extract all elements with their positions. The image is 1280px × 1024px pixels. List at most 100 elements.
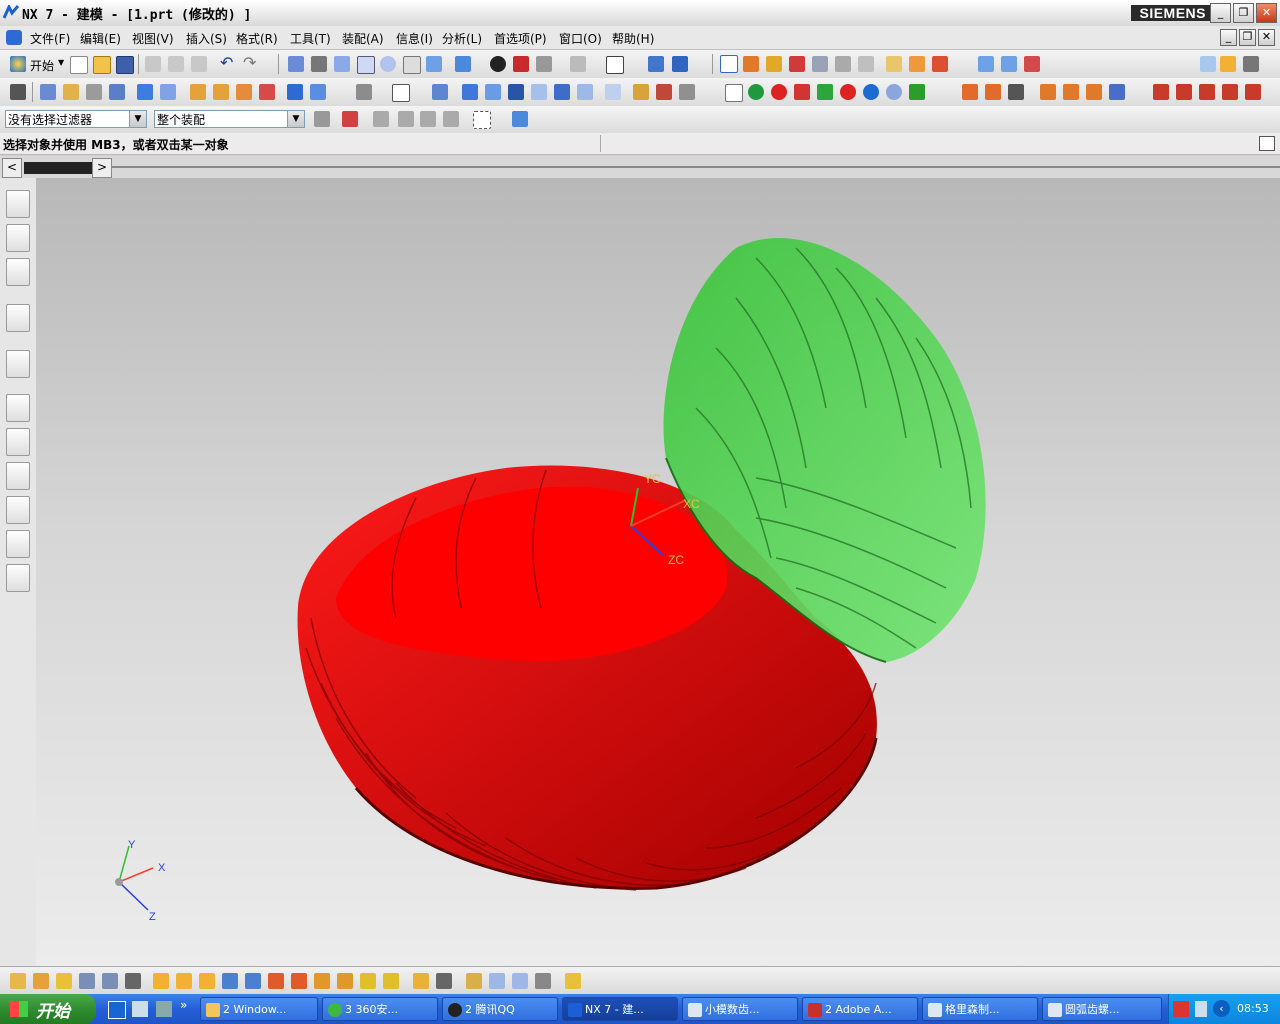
menu-information[interactable]: 信息(I) [396,30,433,47]
chamfer-icon[interactable] [213,84,229,100]
move-component-icon[interactable] [102,973,118,989]
explorer-quick-icon[interactable] [132,1001,148,1017]
line-icon[interactable] [1008,84,1024,100]
snap-midpoint-icon[interactable] [766,56,782,72]
magnify-icon[interactable] [357,56,375,74]
select-feature-icon[interactable] [420,111,436,127]
view-frame-icon[interactable] [489,973,505,989]
shell-icon[interactable] [432,84,448,100]
assembly-tool-icon[interactable] [10,973,26,989]
scroll-left-button[interactable]: < [2,158,22,178]
part-navigator-icon[interactable] [6,258,30,286]
replace-component-icon[interactable] [125,973,141,989]
start-button-taskbar[interactable]: 开始 [0,994,96,1024]
desktop-icon[interactable] [108,1001,126,1019]
component-icon[interactable] [554,84,570,100]
extract-curve-icon[interactable] [1109,84,1125,100]
select-icon[interactable] [720,55,738,73]
pattern-component-icon[interactable] [314,973,330,989]
zoom-window-icon[interactable] [311,56,327,72]
taskbar-item-360[interactable]: 3 360安... [322,997,438,1021]
mate-component-icon[interactable] [79,973,95,989]
rotate-icon[interactable] [380,56,396,72]
start-button[interactable]: 开始 [30,57,54,74]
orient-icon[interactable] [426,56,442,72]
unite-icon[interactable] [287,84,303,100]
subtract-icon[interactable] [310,84,326,100]
helix-icon[interactable] [863,84,879,100]
taskbar-item-doc1[interactable]: 小模数齿... [682,997,798,1021]
roles-icon[interactable] [6,530,30,558]
taskbar-item-nx[interactable]: NX 7 - 建... [562,997,678,1021]
paste-icon[interactable] [191,56,207,72]
chevron-down-icon[interactable]: ▼ [287,111,304,127]
menu-preferences[interactable]: 首选项(P) [494,30,547,47]
render-icon[interactable] [513,56,529,72]
deselect-icon[interactable] [373,111,389,127]
constraint-navigator-icon[interactable] [6,224,30,252]
measure-angle-icon[interactable] [909,56,925,72]
rectangle-select-icon[interactable] [473,111,491,129]
tab-active-part[interactable] [24,162,92,174]
revolve-icon[interactable] [86,84,102,100]
menu-assembly[interactable]: 装配(A) [342,30,384,47]
chevron-down-icon[interactable]: ▼ [129,111,146,127]
snap-endpoint-icon[interactable] [743,56,759,72]
select-body-icon[interactable] [398,111,414,127]
offset-curve-icon[interactable] [962,84,978,100]
graphics-window[interactable]: YC XC ZC Y X Z [36,178,1280,966]
check-clearance-icon[interactable] [268,973,284,989]
reuse-library-icon[interactable] [6,304,30,332]
doc-minimize-button[interactable]: _ [1220,29,1237,46]
text-icon[interactable] [909,84,925,100]
sequence-icon[interactable] [605,84,621,100]
system-materials-icon[interactable] [6,428,30,456]
select-face-icon[interactable] [443,111,459,127]
exploded-view-icon[interactable] [222,973,238,989]
curve-icon[interactable] [817,84,833,100]
settings-icon[interactable] [1243,56,1259,72]
surface-icon[interactable] [978,56,994,72]
block-icon[interactable] [137,84,153,100]
camera-icon[interactable] [512,973,528,989]
part-navigator-small-icon[interactable] [10,84,26,100]
section-icon[interactable] [1001,56,1017,72]
network-icon[interactable] [1195,1001,1207,1017]
trim-icon[interactable] [259,84,275,100]
chevron-down-icon[interactable]: ▼ [58,58,64,67]
menu-view[interactable]: 视图(V) [132,30,174,47]
csys-icon[interactable] [672,56,688,72]
menu-help[interactable]: 帮助(H) [612,30,654,47]
input-method-icon[interactable] [1173,1001,1189,1017]
ime-tools-icon[interactable] [1200,56,1216,72]
taskbar-item-doc3[interactable]: 圆弧齿螺... [1042,997,1162,1021]
constraint-icon[interactable] [291,973,307,989]
hole-icon[interactable] [109,84,125,100]
reference-set-icon[interactable] [176,973,192,989]
process-studio-icon[interactable] [6,496,30,524]
brush-icon[interactable] [1220,56,1236,72]
history-clock-icon[interactable] [6,394,30,422]
explode-icon[interactable] [508,84,524,100]
extrude-icon[interactable] [63,84,79,100]
point-icon[interactable] [725,84,743,102]
reposition-icon[interactable] [531,84,547,100]
edit-length-icon[interactable] [1222,84,1238,100]
bridge-icon[interactable] [985,84,1001,100]
sequence-nav-icon[interactable] [360,973,376,989]
snap-intersect-icon[interactable] [858,56,874,72]
doc-restore-button[interactable]: ❐ [1239,29,1256,46]
palette-icon[interactable] [6,462,30,490]
copy-icon[interactable] [168,56,184,72]
close-button[interactable]: ✕ [1256,3,1277,23]
open-folder-icon[interactable] [93,56,111,74]
arrangement-icon[interactable] [245,973,261,989]
cut-icon[interactable] [145,56,161,72]
bom-icon[interactable] [436,973,452,989]
menu-insert[interactable]: 插入(S) [186,30,227,47]
spline-icon[interactable] [794,84,810,100]
wcs-icon[interactable] [648,56,664,72]
fit-icon[interactable] [288,56,304,72]
redo-icon[interactable]: ↷ [243,53,256,72]
cube-select-icon[interactable] [512,111,528,127]
